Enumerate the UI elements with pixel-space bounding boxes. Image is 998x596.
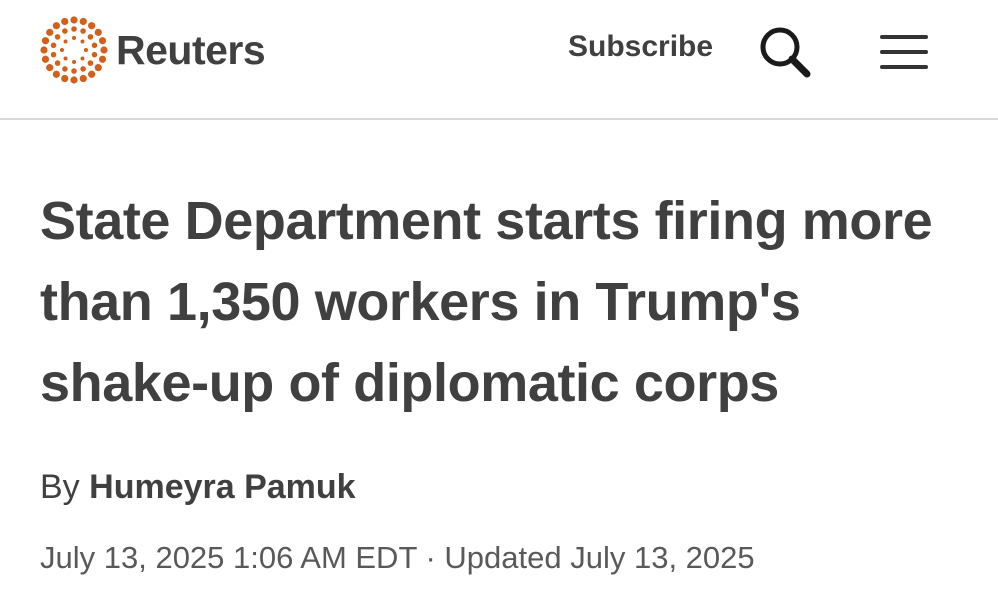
- logo-dot: [94, 28, 102, 36]
- logo-dot: [46, 28, 54, 36]
- updated-timestamp: Updated July 13, 2025: [444, 540, 755, 575]
- logo-dot: [91, 51, 98, 58]
- logo-dot: [79, 74, 87, 83]
- logo-dot: [88, 70, 96, 78]
- logo-dot: [80, 56, 85, 61]
- logo-dot: [63, 39, 68, 44]
- site-header: Reuters Subscribe: [0, 0, 998, 120]
- logo-dot: [40, 46, 48, 54]
- logo-dot: [84, 48, 88, 52]
- logo-dot: [87, 60, 94, 66]
- reuters-logo-icon: [40, 16, 108, 84]
- logo-dot: [41, 55, 50, 63]
- logo-dot: [62, 66, 68, 72]
- logo-dot: [54, 34, 61, 40]
- byline-prefix: By: [40, 468, 80, 506]
- logo-dot: [52, 70, 60, 78]
- logo-dot: [52, 22, 60, 30]
- logo-dot: [70, 16, 78, 24]
- author-link[interactable]: Humeyra Pamuk: [89, 468, 355, 506]
- search-icon[interactable]: [755, 22, 815, 82]
- brand-name: Reuters: [116, 26, 266, 73]
- logo-dot: [50, 51, 57, 58]
- logo-dot: [61, 74, 69, 83]
- logo-dot: [71, 26, 77, 32]
- logo-dot: [61, 17, 69, 26]
- reuters-logo-link[interactable]: Reuters: [38, 14, 266, 86]
- logo-dot: [46, 64, 54, 72]
- logo-dot: [79, 17, 87, 26]
- logo-dot: [41, 37, 50, 45]
- logo-dot: [60, 48, 64, 52]
- subscribe-button[interactable]: Subscribe: [568, 30, 713, 64]
- logo-dot: [62, 28, 68, 34]
- logo-dot: [80, 39, 85, 44]
- byline: By Humeyra Pamuk: [40, 468, 356, 507]
- article-dateline: July 13, 2025 1:06 AM EDT · Updated July…: [40, 540, 755, 576]
- logo-dot: [98, 37, 107, 45]
- logo-dot: [98, 55, 107, 63]
- logo-dot: [63, 56, 68, 61]
- logo-dot: [88, 22, 96, 30]
- article-headline: State Department starts firing more than…: [40, 191, 933, 413]
- logo-dot: [70, 76, 78, 84]
- logo-dot: [94, 64, 102, 72]
- logo-dot: [80, 28, 86, 34]
- logo-dot: [50, 42, 57, 49]
- logo-dot: [72, 36, 76, 40]
- logo-dot: [72, 60, 76, 64]
- logo-dot: [87, 34, 94, 40]
- published-timestamp: July 13, 2025 1:06 AM EDT: [40, 540, 417, 575]
- logo-dot: [100, 46, 108, 54]
- logo-dot: [91, 42, 98, 49]
- logo-dot: [71, 68, 77, 74]
- logo-dot: [54, 60, 61, 66]
- logo-dot: [80, 66, 86, 72]
- date-separator: ·: [425, 540, 436, 575]
- hamburger-menu-icon[interactable]: [878, 32, 930, 72]
